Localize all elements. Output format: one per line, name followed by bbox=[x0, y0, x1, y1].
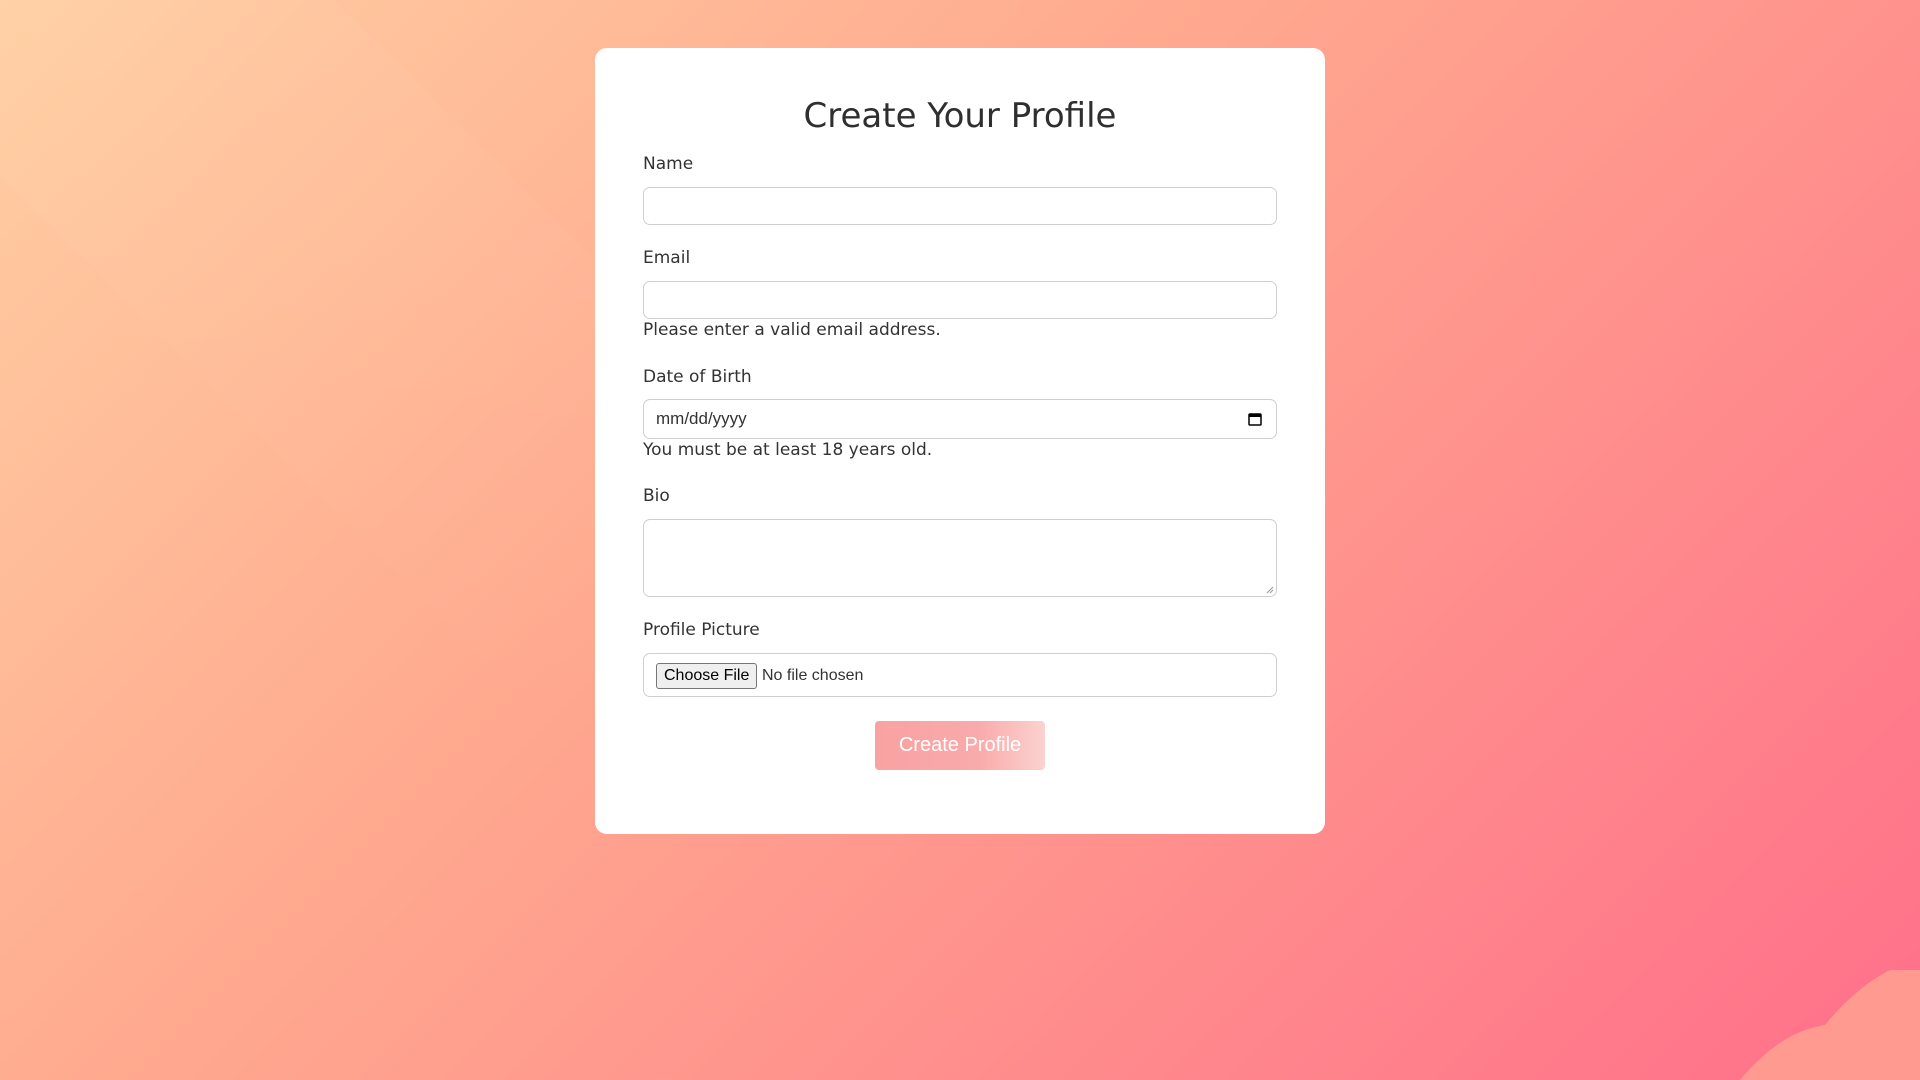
bio-label: Bio bbox=[643, 486, 670, 506]
name-label: Name bbox=[643, 154, 694, 174]
calendar-icon[interactable] bbox=[1248, 412, 1262, 426]
profile-picture-input[interactable]: Choose File No file chosen bbox=[643, 653, 1277, 697]
choose-file-button[interactable]: Choose File bbox=[656, 663, 758, 689]
email-help-text: Please enter a valid email address. bbox=[643, 320, 941, 340]
profile-form-card: Create Your Profile Name Email Please en… bbox=[595, 48, 1325, 834]
no-file-chosen-text: No file chosen bbox=[762, 667, 864, 684]
email-label: Email bbox=[643, 248, 691, 268]
background-blob bbox=[1740, 970, 1920, 1080]
resize-handle-icon[interactable] bbox=[1266, 586, 1274, 594]
profile-picture-label: Profile Picture bbox=[643, 620, 760, 640]
name-input[interactable] bbox=[643, 187, 1277, 225]
bio-textarea[interactable] bbox=[643, 519, 1277, 597]
email-input[interactable] bbox=[643, 281, 1277, 319]
page-title: Create Your Profile bbox=[803, 96, 1117, 136]
dob-input[interactable]: mm/dd/yyyy bbox=[643, 399, 1277, 439]
dob-placeholder: mm/dd/yyyy bbox=[656, 409, 747, 428]
create-profile-button[interactable]: Create Profile bbox=[875, 721, 1045, 770]
dob-label: Date of Birth bbox=[643, 367, 752, 387]
dob-help-text: You must be at least 18 years old. bbox=[643, 440, 933, 460]
